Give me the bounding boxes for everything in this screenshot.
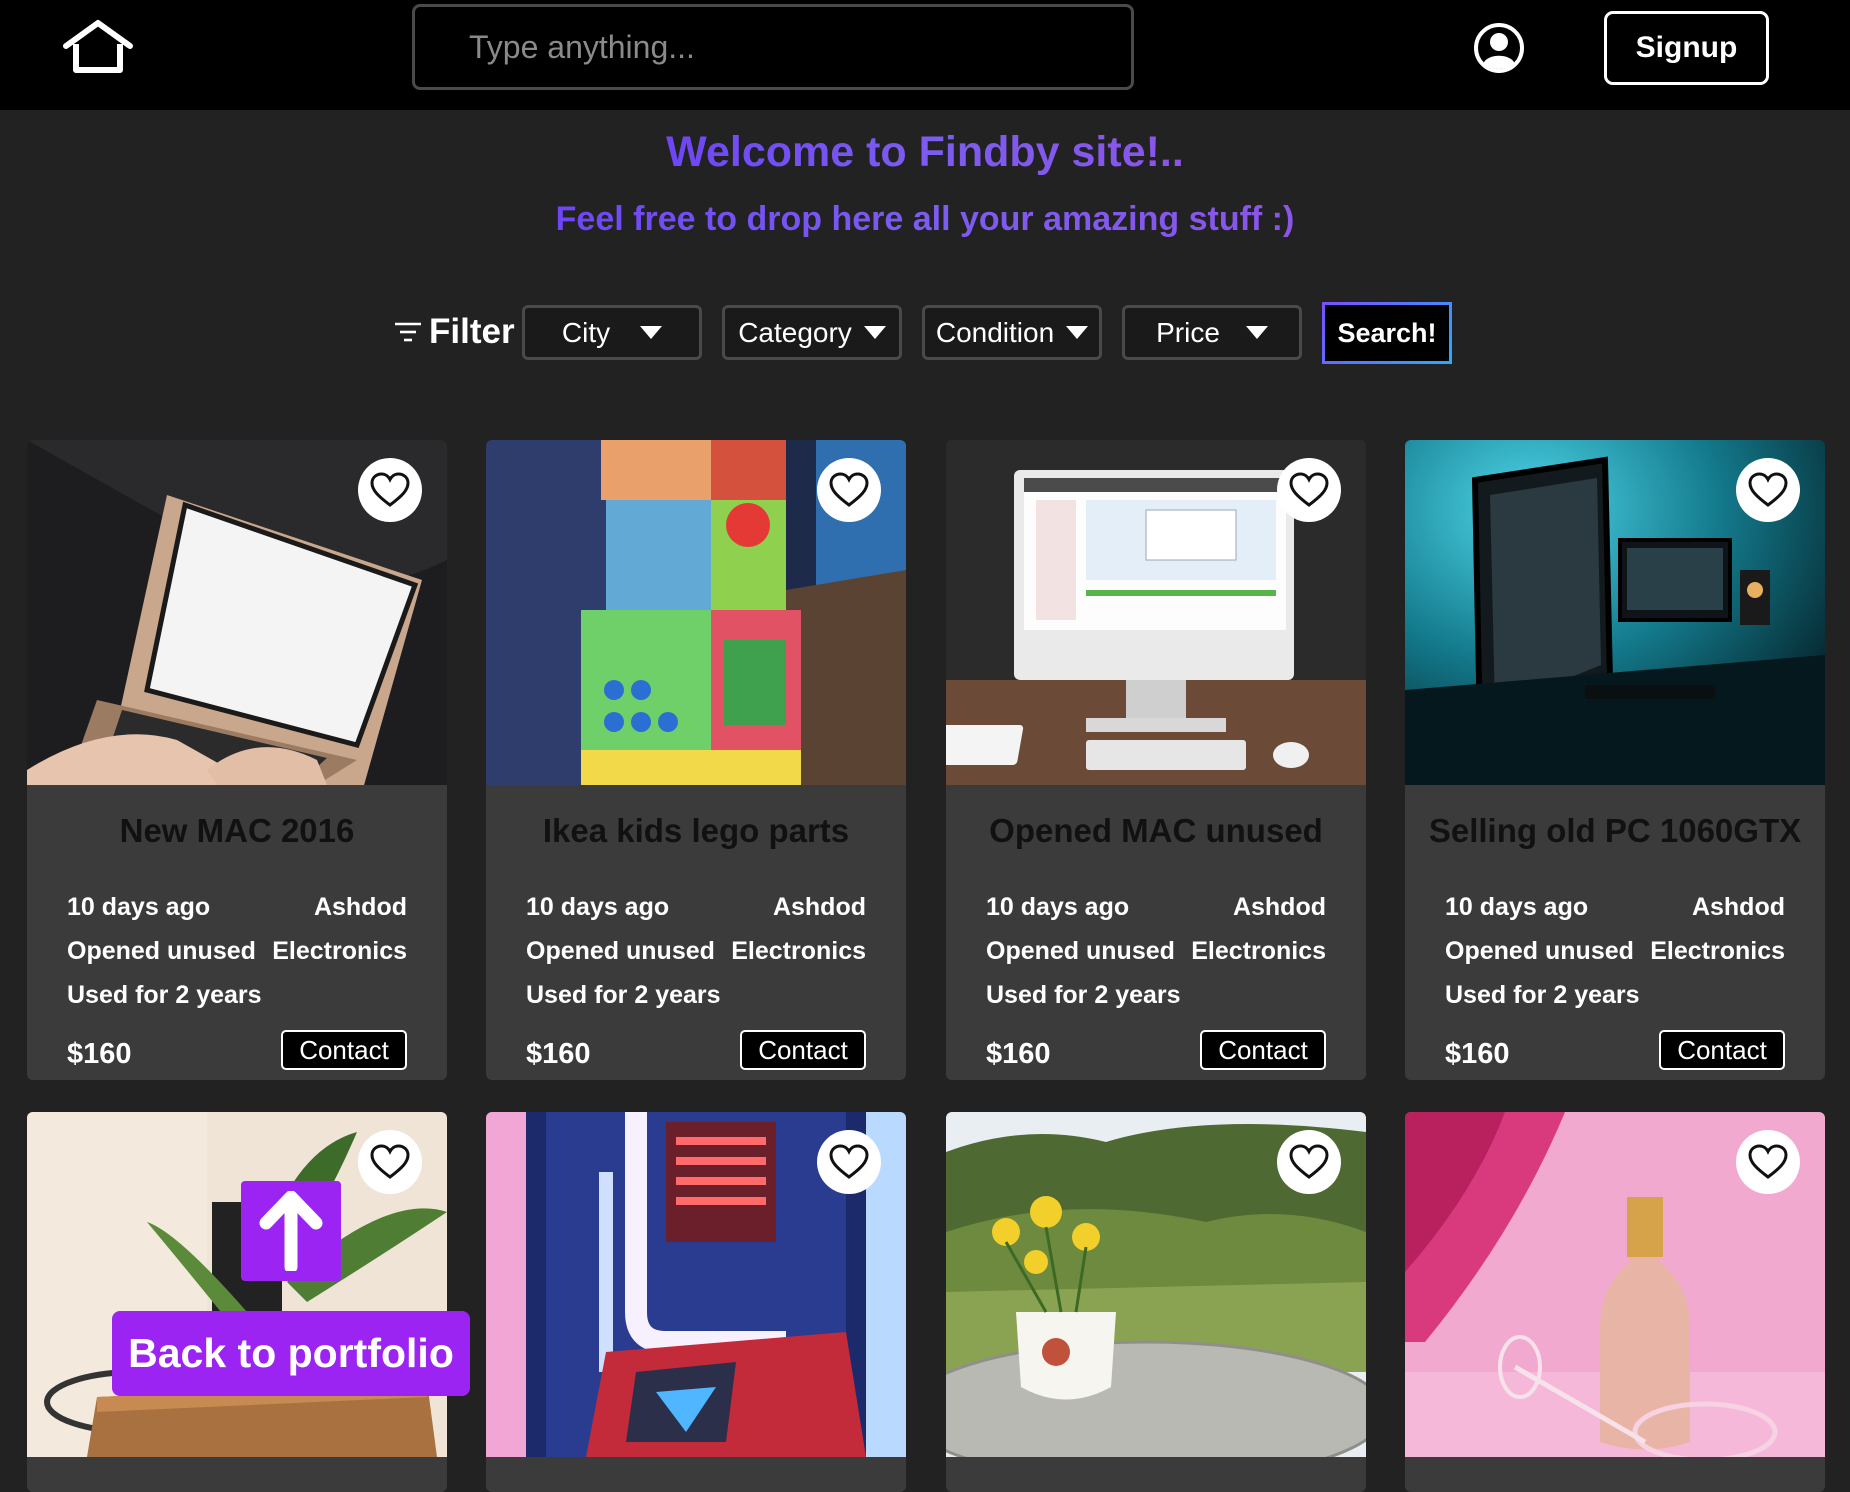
search-button[interactable]: Search! [1322,302,1452,364]
category-label: Electronics [1650,937,1785,965]
contact-button[interactable]: Contact [740,1030,866,1070]
usage-label: Used for 2 years [67,981,262,1009]
product-card[interactable] [27,1112,447,1492]
heart-icon[interactable] [817,1130,881,1194]
heart-icon[interactable] [817,458,881,522]
card-title: Ikea kids lego parts [542,812,850,849]
product-card[interactable] [946,1112,1366,1492]
category-label: Electronics [1191,937,1326,965]
gaming-pc-internals-photo [486,1112,906,1457]
usage-label: Used for 2 years [986,981,1181,1009]
price-label: $160 [526,1038,591,1070]
posted-date: 10 days ago [1445,893,1589,921]
usage-label: Used for 2 years [1445,981,1640,1009]
posted-date: 10 days ago [526,893,670,921]
contact-button[interactable]: Contact [1659,1030,1785,1070]
laptop-photo [27,440,447,785]
product-card[interactable] [1405,1112,1825,1492]
contact-button[interactable]: Contact [281,1030,407,1070]
caret-down-icon [1066,326,1089,339]
heart-icon[interactable] [1736,1130,1800,1194]
filter-icon [395,322,421,342]
category-dropdown[interactable]: Category [722,305,902,360]
city-label: Ashdod [1232,893,1326,921]
toy-blocks-photo [486,440,906,785]
caret-down-icon [1245,326,1268,339]
condition-dropdown[interactable]: Condition [922,305,1102,360]
home-icon[interactable] [60,18,136,76]
condition-label: Opened unused [526,937,715,965]
arrow-up-icon[interactable] [241,1181,341,1281]
top-navbar: Signup [0,0,1850,110]
pc-setup-photo [1405,440,1825,785]
flower-vase-photo [946,1112,1366,1457]
back-to-portfolio-button[interactable]: Back to portfolio [112,1311,470,1396]
category-label: Electronics [272,937,407,965]
condition-label: Opened unused [986,937,1175,965]
price-label: $160 [1445,1038,1510,1070]
search-input[interactable] [469,28,1131,66]
price-label: $160 [986,1038,1051,1070]
heart-icon[interactable] [1277,1130,1341,1194]
card-title: New MAC 2016 [119,812,355,849]
category-label: Electronics [731,937,866,965]
champagne-photo [1405,1112,1825,1457]
posted-date: 10 days ago [986,893,1130,921]
heart-icon[interactable] [358,1130,422,1194]
price-label: $160 [67,1038,132,1070]
page-subtitle: Feel free to drop here all your amazing … [555,200,1295,238]
table-plant-photo [27,1112,447,1457]
city-label: Ashdod [772,893,866,921]
city-dropdown[interactable]: City [522,305,702,360]
user-circle-icon[interactable] [1473,22,1525,74]
product-card[interactable]: Selling old PC 1060GTX 10 days ago Ashdo… [1405,440,1825,1080]
signup-button[interactable]: Signup [1604,11,1769,85]
price-dropdown[interactable]: Price [1122,305,1302,360]
product-card[interactable]: Opened MAC unused 10 days ago Ashdod Ope… [946,440,1366,1080]
heart-icon[interactable] [358,458,422,522]
filter-label: Filter [393,310,515,354]
posted-date: 10 days ago [67,893,211,921]
caret-down-icon [640,326,663,339]
condition-label: Opened unused [67,937,256,965]
card-title: Opened MAC unused [989,812,1323,849]
product-card[interactable]: Ikea kids lego parts 10 days ago Ashdod … [486,440,906,1080]
condition-label: Opened unused [1445,937,1634,965]
contact-button[interactable]: Contact [1200,1030,1326,1070]
city-label: Ashdod [1691,893,1785,921]
product-card[interactable] [486,1112,906,1492]
search-field[interactable] [412,4,1134,90]
heart-icon[interactable] [1736,458,1800,522]
page-title: Welcome to Findby site!.. [666,128,1184,176]
card-title: Selling old PC 1060GTX [1428,812,1802,849]
caret-down-icon [863,326,886,339]
imac-photo [946,440,1366,785]
city-label: Ashdod [313,893,407,921]
usage-label: Used for 2 years [526,981,721,1009]
product-card[interactable]: New MAC 2016 10 days ago Ashdod Opened u… [27,440,447,1080]
heart-icon[interactable] [1277,458,1341,522]
